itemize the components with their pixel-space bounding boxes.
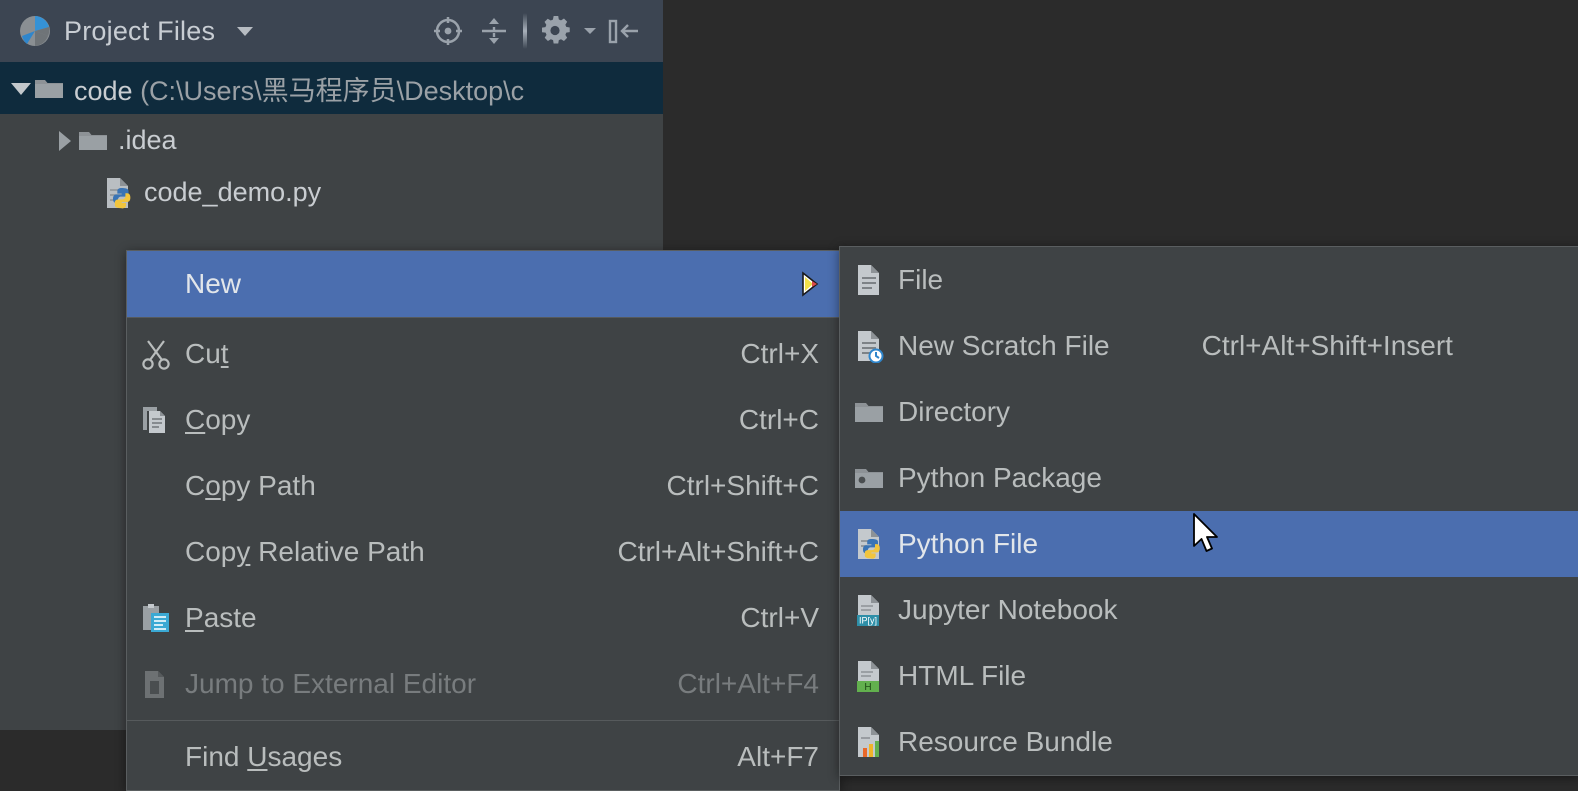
submenu-item-label: Jupyter Notebook: [898, 594, 1117, 626]
submenu-item-label: Resource Bundle: [898, 726, 1113, 758]
menu-item-shortcut: Ctrl+Alt+Shift+C: [617, 536, 839, 568]
menu-item-icon-placeholder: [127, 466, 185, 506]
menu-item-icon-placeholder: [127, 532, 185, 572]
menu-item-shortcut: Ctrl+Shift+C: [667, 470, 840, 502]
folder-icon: [840, 392, 898, 432]
tree-item-code-demo[interactable]: code_demo.py: [0, 166, 663, 218]
submenu-item-file[interactable]: File: [840, 247, 1578, 313]
menu-item-label: Cut: [185, 338, 229, 370]
file-icon: [840, 260, 898, 300]
submenu-item-new-scratch-file[interactable]: New Scratch File Ctrl+Alt+Shift+Insert: [840, 313, 1578, 379]
submenu-item-python-package[interactable]: Python Package: [840, 445, 1578, 511]
menu-item-icon-placeholder: [127, 737, 185, 777]
submenu-item-directory[interactable]: Directory: [840, 379, 1578, 445]
submenu-item-label: HTML File: [898, 660, 1026, 692]
expand-arrow-icon[interactable]: [8, 75, 34, 101]
collapse-all-icon[interactable]: [471, 8, 517, 54]
submenu-item-jupyter-notebook[interactable]: IP[y] Jupyter Notebook: [840, 577, 1578, 643]
tree-item-code[interactable]: code (C:\Users\黑马程序员\Desktop\c: [0, 62, 663, 114]
pycharm-window: Project Files: [0, 0, 1578, 730]
submenu-item-label: Python Package: [898, 462, 1102, 494]
tool-window-title-group[interactable]: Project Files: [0, 14, 253, 48]
menu-item-label: New: [185, 268, 241, 300]
tree-item-label: .idea: [118, 125, 177, 156]
select-opened-file-icon[interactable]: [425, 8, 471, 54]
menu-item-copy-path[interactable]: Copy Path Ctrl+Shift+C: [127, 453, 839, 519]
menu-item-cut[interactable]: Cut Ctrl+X: [127, 321, 839, 387]
submenu-item-label: Directory: [898, 396, 1010, 428]
html-file-icon: H: [840, 656, 898, 696]
gear-chevron-down-icon[interactable]: [579, 8, 601, 54]
tool-window-title: Project Files: [64, 16, 215, 47]
menu-item-label: Jump to External Editor: [185, 668, 476, 700]
toolbar-separator: [523, 13, 527, 49]
paste-icon: [127, 598, 185, 638]
menu-item-label: Copy Path: [185, 470, 316, 502]
submenu-item-label: New Scratch File: [898, 330, 1110, 362]
submenu-arrow-icon: [799, 271, 839, 297]
tree-item-label: code_demo.py: [144, 177, 321, 208]
menu-item-paste[interactable]: Paste Ctrl+V: [127, 585, 839, 651]
menu-item-label: Find Usages: [185, 741, 342, 773]
menu-separator: [127, 720, 839, 721]
menu-item-shortcut: Ctrl+X: [740, 338, 839, 370]
submenu-item-shortcut: Ctrl+Alt+Shift+Insert: [1202, 330, 1473, 362]
submenu-item-label: File: [898, 264, 943, 296]
collapse-arrow-icon[interactable]: [52, 127, 78, 153]
python-file-icon: [104, 176, 134, 208]
svg-text:H: H: [864, 682, 871, 693]
menu-item-new[interactable]: New: [127, 251, 839, 317]
tree-item-idea[interactable]: .idea: [0, 114, 663, 166]
menu-item-label: Copy Relative Path: [185, 536, 425, 568]
submenu-item-html-file[interactable]: H HTML File: [840, 643, 1578, 709]
menu-item-copy[interactable]: Copy Ctrl+C: [127, 387, 839, 453]
submenu-item-resource-bundle[interactable]: Resource Bundle: [840, 709, 1578, 775]
submenu-item-label: Python File: [898, 528, 1038, 560]
tool-window-header: Project Files: [0, 0, 663, 62]
project-tree: code (C:\Users\黑马程序员\Desktop\c .idea: [0, 62, 663, 218]
menu-item-label: Copy: [185, 404, 250, 436]
tree-item-label: code (C:\Users\黑马程序员\Desktop\c: [74, 69, 524, 108]
folder-icon: [34, 75, 64, 101]
settings-gear-icon[interactable]: [533, 8, 579, 54]
copy-icon: [127, 400, 185, 440]
resource-bundle-icon: [840, 722, 898, 762]
scratch-file-icon: [840, 326, 898, 366]
menu-item-shortcut: Ctrl+V: [740, 602, 839, 634]
submenu-item-python-file[interactable]: Python File: [840, 511, 1578, 577]
folder-icon: [78, 127, 108, 153]
menu-item-icon-placeholder: [127, 264, 185, 304]
hide-icon[interactable]: [601, 8, 647, 54]
new-submenu: File New Scratch File Ctrl+Alt+Shift+Ins…: [839, 246, 1578, 776]
context-menu: New Cut Ctrl+X: [126, 250, 840, 791]
scissors-icon: [127, 334, 185, 374]
menu-item-find-usages[interactable]: Find Usages Alt+F7: [127, 724, 839, 790]
menu-separator: [127, 317, 839, 318]
external-editor-icon: [127, 664, 185, 704]
jupyter-notebook-icon: IP[y]: [840, 590, 898, 630]
menu-item-copy-relative-path[interactable]: Copy Relative Path Ctrl+Alt+Shift+C: [127, 519, 839, 585]
menu-item-shortcut: Ctrl+C: [739, 404, 839, 436]
svg-text:IP[y]: IP[y]: [859, 616, 877, 626]
menu-item-shortcut: Ctrl+Alt+F4: [677, 668, 839, 700]
python-file-icon: [840, 524, 898, 564]
project-pie-icon: [18, 14, 52, 48]
menu-item-label: Paste: [185, 602, 257, 634]
menu-item-jump-to-external-editor[interactable]: Jump to External Editor Ctrl+Alt+F4: [127, 651, 839, 717]
chevron-down-icon[interactable]: [237, 27, 253, 36]
python-package-icon: [840, 458, 898, 498]
menu-item-shortcut: Alt+F7: [737, 741, 839, 773]
tool-window-actions: [425, 8, 663, 54]
